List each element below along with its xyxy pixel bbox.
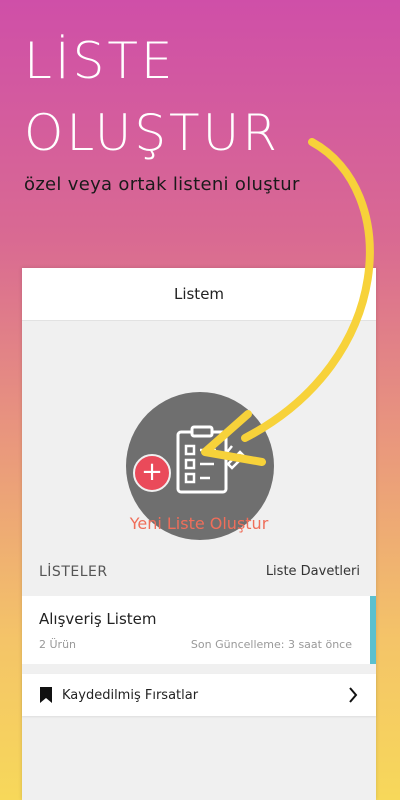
add-list-button[interactable]: + [133,454,171,492]
list-item-count: 2 Ürün [39,638,77,651]
list-item-name: Alışveriş Listem [39,610,157,628]
lists-section-header: LİSTELER Liste Davetleri [22,564,376,580]
list-invitations-link[interactable]: Liste Davetleri [266,564,376,580]
clipboard-checklist-icon [176,425,246,494]
promo-title-line1: LİSTE [24,32,176,90]
list-item-updated: Son Güncelleme: 3 saat önce [190,638,352,651]
bookmark-icon [40,687,52,703]
promo-subtitle: özel veya ortak listeni oluştur [24,174,300,195]
nav-title: Listem [173,285,225,303]
lists-heading: LİSTELER [39,564,108,580]
create-list-label[interactable]: Yeni Liste Oluştur [22,514,376,533]
phone-screen: Listem + Yeni Liste Oluştur LİSTELER Lis… [22,268,376,800]
saved-deals-row[interactable]: Kaydedilmiş Fırsatlar [22,674,376,716]
nav-bar: Listem [22,268,376,321]
list-item[interactable]: Alışveriş Listem 2 Ürün Son Güncelleme: … [22,596,376,664]
promo-title-line2: OLUŞTUR [24,104,280,162]
chevron-right-icon [349,687,358,703]
saved-deals-label: Kaydedilmiş Fırsatlar [62,687,199,703]
